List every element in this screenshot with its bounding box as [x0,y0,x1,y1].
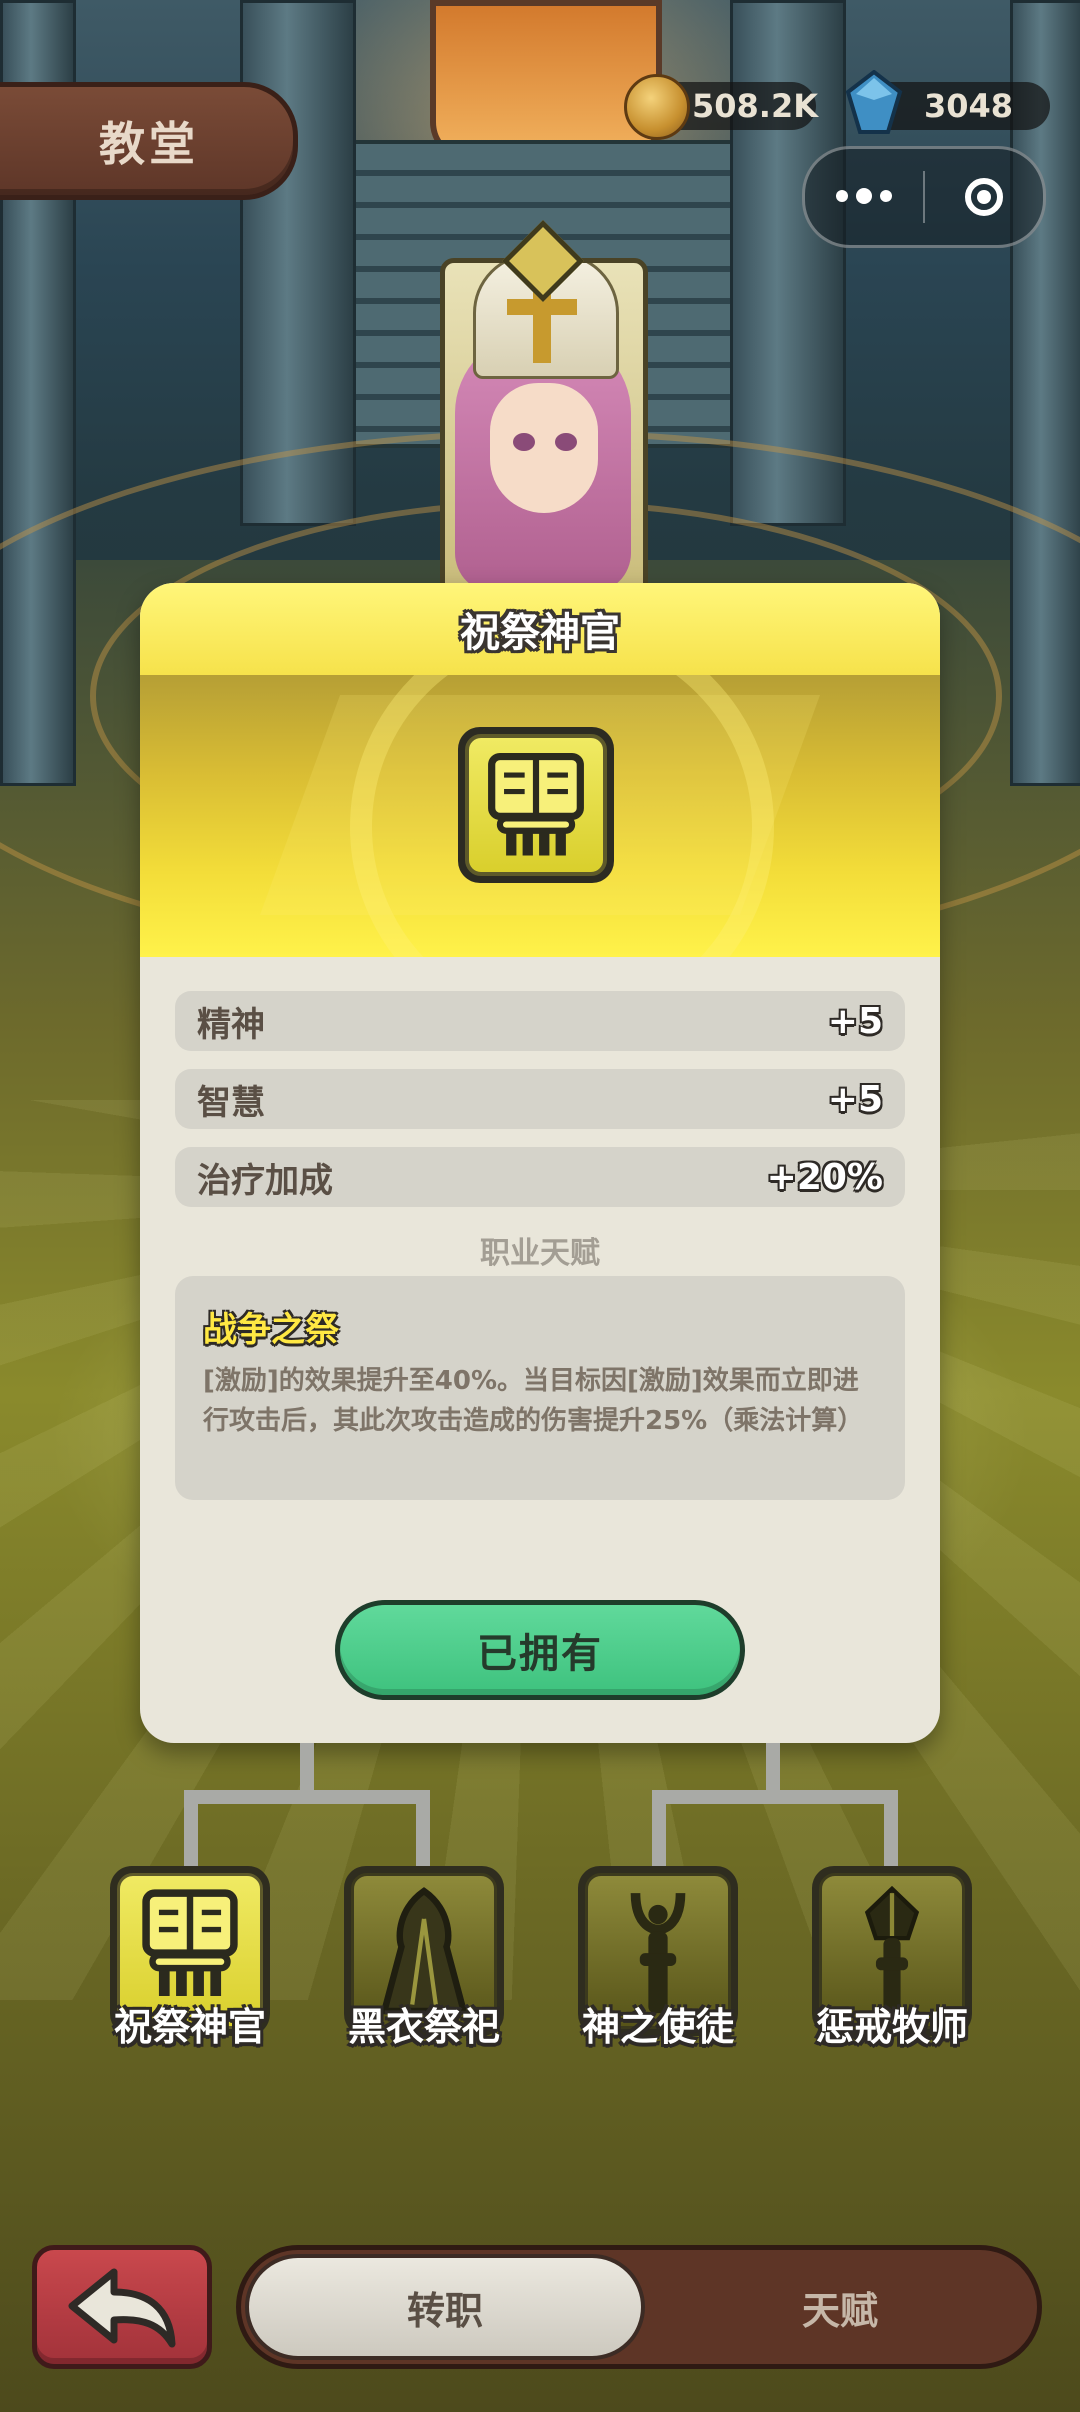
talent-description-line: 行攻击后，其此次攻击造成的伤害提升25%（乘法计算） [203,1406,864,1436]
class-node-punisher-priest[interactable]: 惩戒牧师 [812,1866,972,2049]
tab-label: 天赋 [801,2288,878,2333]
gem-counter[interactable]: 3048 [845,70,1050,134]
coin-amount: 508.2K [692,87,819,125]
owned-button-label: 已拥有 [477,1631,603,1677]
class-node-divine-apostle[interactable]: 神之使徒 [578,1866,738,2049]
tree-connector [416,1790,430,1870]
talent-name: 战争之祭 [203,1310,339,1350]
stat-value: +5 [827,1078,883,1120]
location-title: 教堂 [99,117,199,171]
tree-connector [184,1790,430,1804]
talent-section-title: 职业天赋 [480,1236,600,1271]
dialog-banner: 二转 [140,675,940,957]
stat-row: 智慧 +5 [175,1069,905,1129]
character-eye-right [555,433,577,451]
coin-counter[interactable]: 508.2K [624,74,819,140]
class-node-festival-priest[interactable]: 祝祭神官 [110,1866,270,2049]
talent-description-line: [激励]的效果提升至40%。当目标因[激励]效果而立即进 [203,1366,859,1396]
background-window [430,0,662,162]
stat-value: +5 [827,1000,883,1042]
blue-gem-icon [845,70,903,134]
tree-connector [184,1790,198,1870]
tab-talent[interactable]: 天赋 [645,2250,1035,2364]
dialog-title: 祝祭神官 [460,610,620,656]
class-node-label: 惩戒牧师 [815,2005,968,2049]
tab-label: 转职 [406,2288,483,2333]
back-button[interactable] [32,2245,212,2369]
talent-box: 战争之祭 [激励]的效果提升至40%。当目标因[激励]效果而立即进 行攻击后，其… [175,1276,905,1500]
stat-row: 治疗加成 +20% [175,1147,905,1207]
class-node-label: 祝祭神官 [113,2005,266,2049]
stat-value: +20% [766,1156,883,1198]
class-node-black-robe-priest[interactable]: 黑衣祭祀 [344,1866,504,2049]
character-face [490,383,598,513]
back-arrow-icon [68,2268,176,2348]
stat-name: 治疗加成 [197,1160,333,1201]
gold-coin-icon [624,74,690,140]
dialog-header: 祝祭神官 [140,583,940,675]
talent-description: [激励]的效果提升至40%。当目标因[激励]效果而立即进 行攻击后，其此次攻击造… [203,1361,877,1441]
stat-name: 智慧 [197,1082,265,1123]
class-detail-dialog: 祝祭神官 二转 [140,583,940,1743]
character-portrait [440,258,648,608]
stat-name: 精神 [197,1004,265,1045]
more-dots-icon[interactable] [805,188,923,204]
class-node-label: 黑衣祭祀 [347,2005,500,2049]
mini-program-menu [802,146,1046,248]
scroll-pillar-icon [458,727,614,883]
tree-connector [652,1790,666,1870]
bottom-tab-bar: 转职 天赋 [236,2245,1042,2369]
character-eye-left [513,433,535,451]
stat-row: 精神 +5 [175,991,905,1051]
class-node-label: 神之使徒 [581,2005,734,2049]
tab-class-change[interactable]: 转职 [245,2254,645,2360]
tree-connector [652,1790,898,1804]
target-close-icon[interactable] [925,178,1043,216]
tree-connector [884,1790,898,1870]
owned-button[interactable]: 已拥有 [335,1600,745,1700]
gem-amount: 3048 [924,87,1014,125]
location-title-plate: 教堂 [0,82,298,200]
